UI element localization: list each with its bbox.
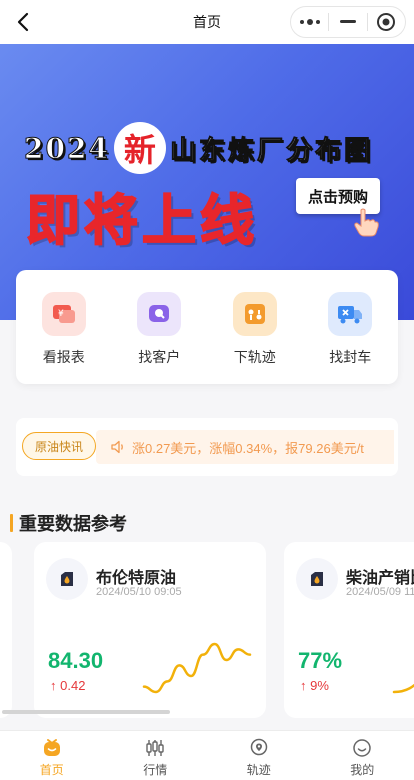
- smile-icon: [353, 739, 371, 757]
- quick-action-customer[interactable]: 找客户: [112, 270, 208, 384]
- quick-action-truck[interactable]: 找封车: [303, 270, 399, 384]
- card-date: 2024/05/09 11:: [346, 586, 414, 598]
- news-marquee[interactable]: 涨0.27美元，涨幅0.34%，报79.26美元/t: [96, 430, 394, 464]
- card-change: ↑ 0.42: [50, 678, 85, 693]
- card-date: 2024/05/10 09:05: [96, 586, 182, 598]
- track-icon: [232, 292, 277, 336]
- section-accent-bar: [10, 514, 13, 532]
- nav-bar: 首页: [0, 0, 414, 44]
- card-change: ↑ 9%: [300, 678, 329, 693]
- chat-icon: [137, 292, 182, 336]
- oil-barrel-icon: [46, 558, 88, 600]
- data-card[interactable]: 布伦特原油 2024/05/10 09:05 84.30 ↑ 0.42: [34, 542, 266, 718]
- miniprogram-capsule: [290, 6, 406, 38]
- previous-card-peek[interactable]: [0, 542, 12, 718]
- minus-icon: [339, 20, 356, 23]
- news-text: 涨0.27美元，涨幅0.34%，报79.26美元/t: [132, 440, 364, 456]
- horizontal-scrollbar[interactable]: [2, 710, 170, 714]
- speaker-icon: [111, 440, 123, 454]
- sparkline-path: [142, 642, 252, 694]
- target-close-icon: [377, 13, 396, 31]
- data-card-carousel[interactable]: 布伦特原油 2024/05/10 09:05 84.30 ↑ 0.42 柴油产销…: [0, 542, 414, 718]
- up-arrow-icon: ↑: [300, 678, 307, 693]
- tab-label: 我的: [350, 763, 375, 777]
- quick-actions: ¥ 看报表 找客户 下轨迹 找封车: [16, 270, 398, 384]
- tab-label: 行情: [143, 763, 168, 777]
- more-button[interactable]: [291, 6, 328, 38]
- banner-year: 2024: [24, 131, 110, 165]
- card-change-value: 9%: [310, 678, 329, 693]
- banner-title-row: 2024 新 山东炼厂分布图: [24, 122, 373, 174]
- quick-action-label: 下轨迹: [233, 349, 276, 365]
- card-change-value: 0.42: [60, 678, 86, 693]
- tab-market[interactable]: 行情: [104, 731, 208, 780]
- tab-label: 首页: [39, 763, 64, 777]
- location-icon: [250, 738, 267, 756]
- section-header: 重要数据参考: [10, 511, 127, 535]
- banner-headline: 即将上线: [25, 187, 258, 253]
- up-arrow-icon: ↑: [50, 678, 57, 693]
- oil-barrel-icon: [296, 558, 338, 600]
- candlestick-icon: [146, 740, 164, 756]
- minimize-button[interactable]: [329, 6, 366, 38]
- tab-track[interactable]: 轨迹: [207, 731, 311, 780]
- more-dots-icon: [299, 19, 320, 25]
- new-tag-text: 新: [123, 131, 156, 169]
- sparkline: [392, 683, 414, 694]
- card-title: 柴油产销比: [346, 570, 414, 587]
- news-badge: 原油快讯: [22, 432, 96, 460]
- sparkline-path: [392, 683, 414, 694]
- pointing-hand-icon: [354, 208, 379, 237]
- svg-text:¥: ¥: [58, 309, 64, 319]
- sparkline: [142, 642, 252, 694]
- tab-home[interactable]: 首页: [0, 731, 104, 780]
- quick-action-label: 找封车: [329, 349, 372, 365]
- tab-bar: 首页 行情 轨迹 我的: [0, 730, 414, 780]
- truck-icon: [328, 292, 373, 336]
- quick-action-track[interactable]: 下轨迹: [207, 270, 303, 384]
- news-ticker[interactable]: 原油快讯 涨0.27美元，涨幅0.34%，报79.26美元/t: [16, 418, 398, 476]
- quick-action-report[interactable]: ¥ 看报表: [16, 270, 112, 384]
- card-value: 84.30: [48, 648, 104, 673]
- banner-subtitle: 山东炼厂分布图: [169, 135, 373, 166]
- tab-label: 轨迹: [246, 763, 271, 777]
- home-icon: [43, 739, 60, 756]
- tab-mine[interactable]: 我的: [311, 731, 414, 780]
- data-card[interactable]: 柴油产销比 2024/05/09 11: 77% ↑ 9%: [284, 542, 414, 718]
- card-title: 布伦特原油: [96, 570, 177, 587]
- quick-action-label: 看报表: [42, 349, 85, 365]
- report-icon: ¥: [41, 292, 86, 336]
- quick-action-label: 找客户: [138, 349, 181, 365]
- card-value: 77%: [298, 648, 343, 673]
- close-button[interactable]: [368, 6, 405, 38]
- section-title: 重要数据参考: [19, 514, 127, 534]
- new-tag: 新: [113, 122, 166, 174]
